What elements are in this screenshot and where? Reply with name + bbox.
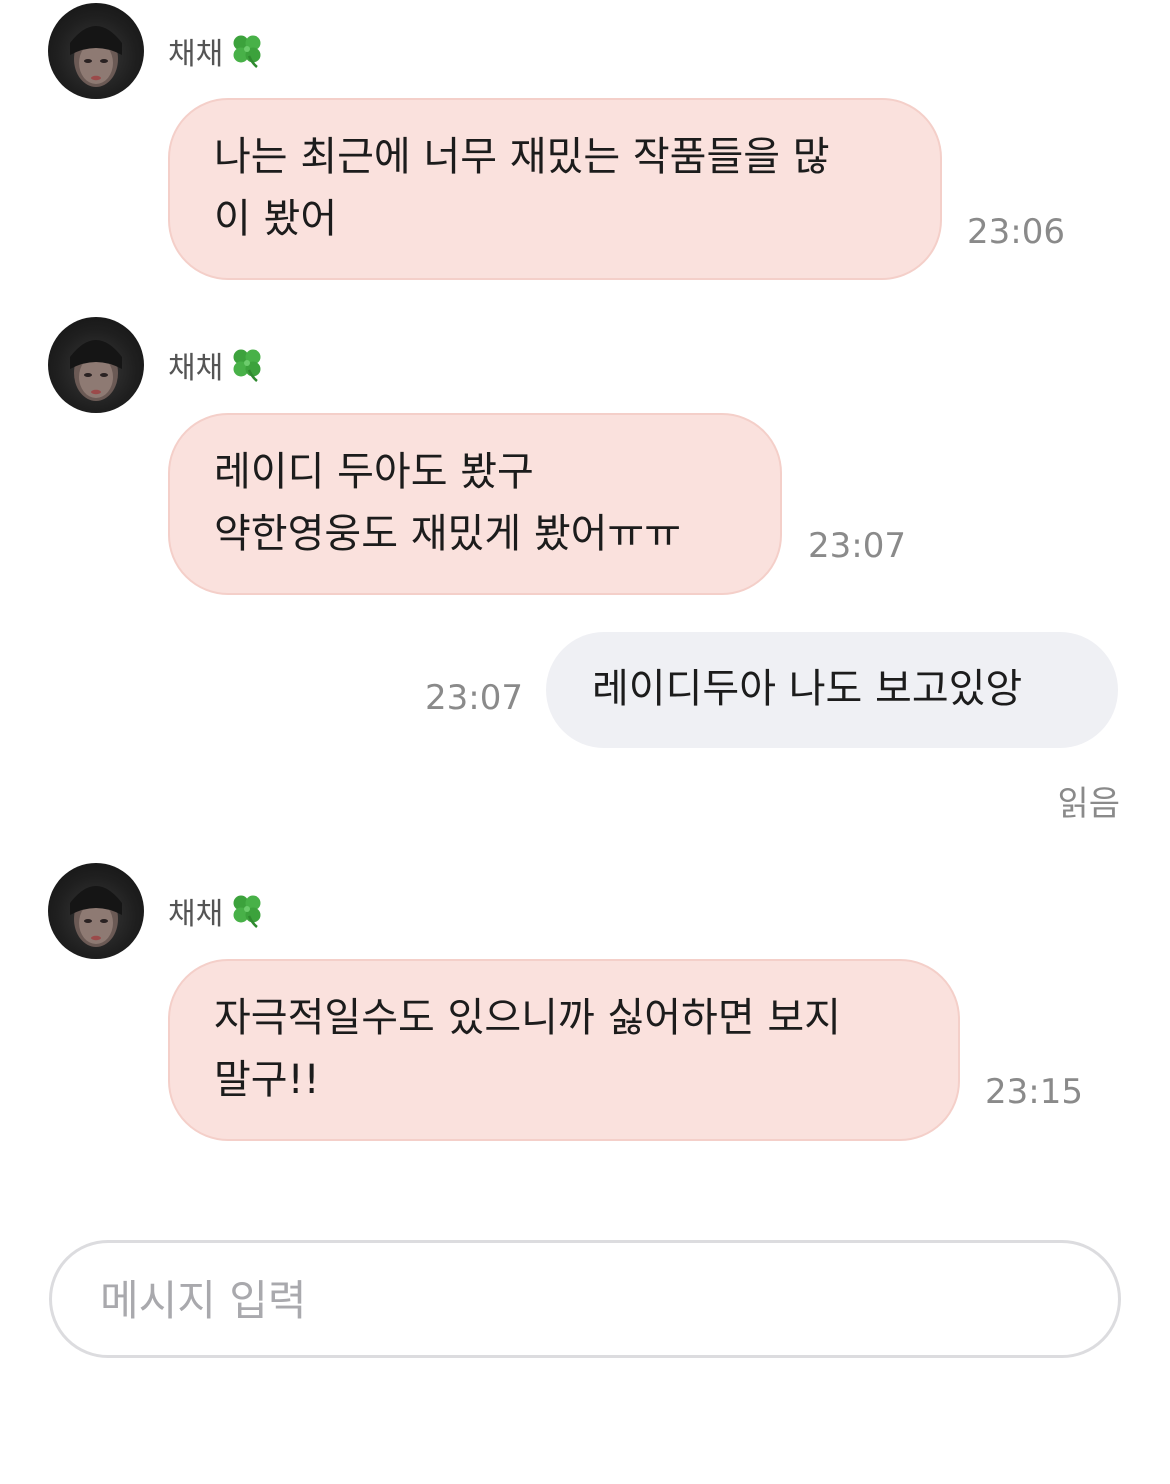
message-timestamp: 23:07 [425,678,523,718]
avatar-image [70,340,122,401]
avatar[interactable] [48,863,144,959]
message-input[interactable] [98,1243,1082,1357]
avatar[interactable] [48,317,144,413]
sender-name-text: 채채 [168,897,224,932]
avatar-image [70,26,122,87]
avatar-image [70,886,122,947]
four-leaf-clover-icon [227,890,267,941]
sender-name: 채채 [168,890,267,941]
message-bubble-incoming[interactable]: 나는 최근에 너무 재밌는 작품들을 많 이 봤어 [168,98,942,280]
message-timestamp: 23:15 [985,1072,1083,1112]
message-bubble-incoming[interactable]: 레이디 두아도 봤구 약한영웅도 재밌게 봤어ㅠㅠ [168,413,782,595]
message-timestamp: 23:07 [808,526,906,566]
sender-name-text: 채채 [168,37,224,72]
sender-name-text: 채채 [168,351,224,386]
four-leaf-clover-icon [227,344,267,395]
message-bubble-incoming[interactable]: 자극적일수도 있으니까 싫어하면 보지 말구!! [168,959,960,1141]
sender-name: 채채 [168,30,267,81]
four-leaf-clover-icon [227,30,267,81]
sender-name: 채채 [168,344,267,395]
message-bubble-outgoing[interactable]: 레이디두아 나도 보고있앙 [546,632,1118,748]
message-composer [49,1240,1121,1358]
avatar[interactable] [48,3,144,99]
message-timestamp: 23:06 [967,212,1065,252]
read-receipt: 읽음 [1057,784,1120,824]
